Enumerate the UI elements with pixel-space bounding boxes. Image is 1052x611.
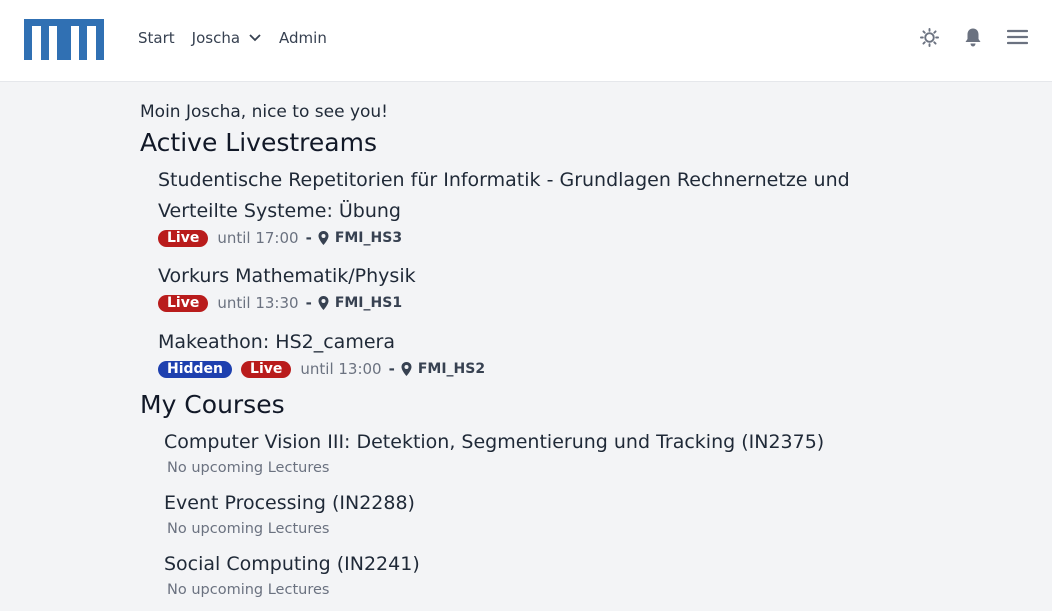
live-badge: Live [158,294,209,312]
stream-until: until 13:00 [300,360,382,378]
course-title-link[interactable]: Event Processing (IN2288) [164,492,415,514]
stream-room: FMI_HS1 [334,295,403,311]
separator: - [305,229,312,247]
stream-title-link[interactable]: Studentische Repetitorien für Informatik… [158,165,898,227]
location-pin-icon [318,231,329,245]
theme-sun-icon[interactable] [920,28,939,47]
stream-meta: Live until 13:30 - FMI_HS1 [158,294,402,312]
stream-until: until 17:00 [217,229,299,247]
course-title-link[interactable]: Computer Vision III: Detektion, Segmenti… [164,431,824,453]
separator: - [305,294,312,312]
main-nav: Start Joscha Admin [138,29,327,47]
stream-room: FMI_HS3 [334,230,403,246]
location-pin-icon [401,362,412,376]
stream-title-link[interactable]: Vorkurs Mathematik/Physik [158,261,898,292]
separator: - [388,360,395,378]
stream-meta: Hidden Live until 13:00 - FMI_HS2 [158,360,485,378]
course-status: No upcoming Lectures [167,460,330,476]
my-courses-heading: My Courses [140,390,285,419]
live-badge: Live [241,360,292,378]
stream-meta: Live until 17:00 - FMI_HS3 [158,229,402,247]
course-status: No upcoming Lectures [167,521,330,537]
stream-room: FMI_HS2 [417,361,486,377]
greeting-text: Moin Joscha, nice to see you! [140,102,388,122]
location-pin-icon [318,296,329,310]
course-title-link[interactable]: Social Computing (IN2241) [164,553,420,575]
menu-icon[interactable] [1007,29,1028,45]
top-navbar: Start Joscha Admin [0,0,1052,82]
nav-user-label: Joscha [191,29,241,47]
tum-logo[interactable] [24,19,104,60]
course-status: No upcoming Lectures [167,582,330,598]
hidden-badge: Hidden [158,360,233,378]
stream-title-link[interactable]: Makeathon: HS2_camera [158,327,898,358]
nav-start-link[interactable]: Start [138,29,175,47]
nav-user-dropdown[interactable]: Joscha [192,29,261,47]
chevron-down-icon [249,34,261,42]
live-badge: Live [158,229,209,247]
bell-icon[interactable] [964,28,982,47]
stream-until: until 13:30 [217,294,299,312]
nav-admin-link[interactable]: Admin [279,29,327,47]
active-livestreams-heading: Active Livestreams [140,128,377,157]
